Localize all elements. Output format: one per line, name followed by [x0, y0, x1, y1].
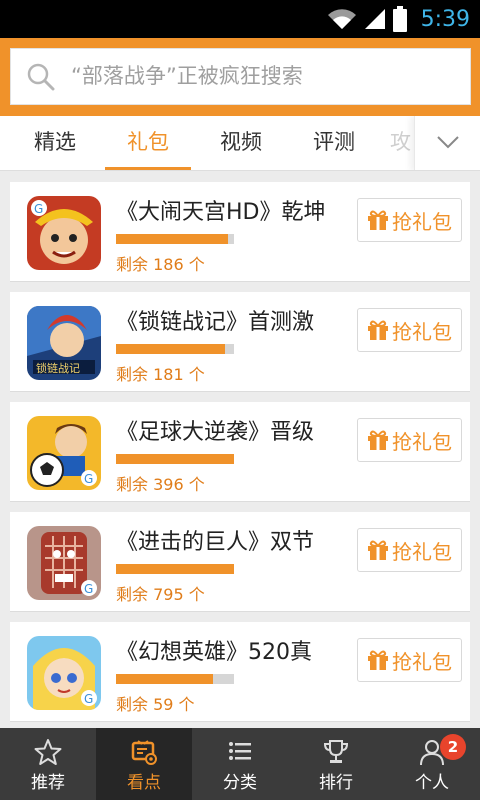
stock-progress-bar [116, 564, 234, 574]
claim-gift-button[interactable]: 抢礼包 [357, 418, 462, 462]
svg-text:G: G [84, 692, 93, 706]
gift-list: G 《大闹天宫HD》乾坤 剩余 186 个 抢礼包 锁链战记 《锁链战记》首测激… [10, 182, 470, 732]
tabs-expand-button[interactable] [414, 116, 480, 170]
gift-card[interactable]: G 《足球大逆袭》晋级 剩余 396 个 抢礼包 [10, 402, 470, 502]
nav-highlights[interactable]: 看点 [96, 728, 192, 800]
category-tabs: 精选 礼包 视频 评测 攻 [0, 116, 480, 171]
claim-gift-button[interactable]: 抢礼包 [357, 638, 462, 682]
gift-card[interactable]: G 《大闹天宫HD》乾坤 剩余 186 个 抢礼包 [10, 182, 470, 282]
nav-categories[interactable]: 分类 [192, 728, 288, 800]
tab-reviews[interactable]: 评测 [287, 116, 381, 170]
gift-card[interactable]: 锁链战记 《锁链战记》首测激 剩余 181 个 抢礼包 [10, 292, 470, 392]
svg-text:G: G [84, 472, 93, 486]
stock-progress-bar [116, 674, 234, 684]
notification-badge: 2 [440, 734, 466, 760]
tab-featured[interactable]: 精选 [8, 116, 102, 170]
game-icon: 锁链战记 [27, 306, 101, 380]
battery-icon [392, 6, 407, 32]
gift-icon [368, 320, 388, 340]
game-icon: G [27, 636, 101, 710]
search-placeholder: “部落战争”正被疯狂搜索 [71, 64, 303, 88]
status-bar: 5:39 [0, 0, 480, 38]
nav-profile[interactable]: 2 个人 [384, 728, 480, 800]
gift-card[interactable]: G 《进击的巨人》双节 剩余 795 个 抢礼包 [10, 512, 470, 612]
stock-progress-bar [116, 344, 234, 354]
chevron-down-icon [437, 136, 459, 149]
claim-gift-button[interactable]: 抢礼包 [357, 528, 462, 572]
search-input[interactable]: “部落战争”正被疯狂搜索 [10, 48, 471, 105]
clock: 5:39 [420, 6, 470, 32]
remaining-count: 剩余 186 个 [116, 255, 205, 274]
gift-title: 《进击的巨人》双节 [116, 530, 315, 555]
game-icon: G [27, 526, 101, 600]
nav-rankings[interactable]: 排行 [288, 728, 384, 800]
bottom-nav: 推荐 看点 分类 排行 2 个人 [0, 728, 480, 800]
list-icon [229, 742, 251, 760]
signal-icon [364, 9, 385, 29]
tab-gifts[interactable]: 礼包 [101, 116, 195, 170]
active-tab-indicator [105, 167, 191, 170]
gift-icon [368, 650, 388, 670]
eye-tv-icon [131, 740, 157, 765]
search-header: “部落战争”正被疯狂搜索 [0, 38, 480, 116]
gift-icon [368, 210, 388, 230]
game-icon: G [27, 196, 101, 270]
remaining-count: 剩余 396 个 [116, 475, 205, 494]
search-icon [27, 63, 55, 91]
claim-gift-button[interactable]: 抢礼包 [357, 308, 462, 352]
remaining-count: 剩余 181 个 [116, 365, 205, 384]
stock-progress-bar [116, 234, 234, 244]
claim-gift-button[interactable]: 抢礼包 [357, 198, 462, 242]
nav-recommend[interactable]: 推荐 [0, 728, 96, 800]
svg-text:G: G [34, 202, 43, 216]
tab-videos[interactable]: 视频 [194, 116, 288, 170]
svg-text:G: G [84, 582, 93, 596]
status-icons: 5:39 [327, 4, 470, 34]
gift-title: 《锁链战记》首测激 [116, 310, 315, 335]
remaining-count: 剩余 795 个 [116, 585, 205, 604]
gift-card[interactable]: G 《幻想英雄》520真 剩余 59 个 抢礼包 [10, 622, 470, 722]
remaining-count: 剩余 59 个 [116, 695, 195, 714]
gift-title: 《幻想英雄》520真 [116, 640, 312, 665]
trophy-icon [323, 740, 349, 763]
gift-title: 《大闹天宫HD》乾坤 [116, 200, 326, 225]
game-icon: G [27, 416, 101, 490]
svg-text:锁链战记: 锁链战记 [36, 361, 80, 375]
gift-icon [368, 430, 388, 450]
stock-progress-bar [116, 454, 234, 464]
gift-icon [368, 540, 388, 560]
wifi-icon [327, 9, 356, 29]
gift-title: 《足球大逆袭》晋级 [116, 420, 315, 445]
star-icon [34, 739, 62, 765]
